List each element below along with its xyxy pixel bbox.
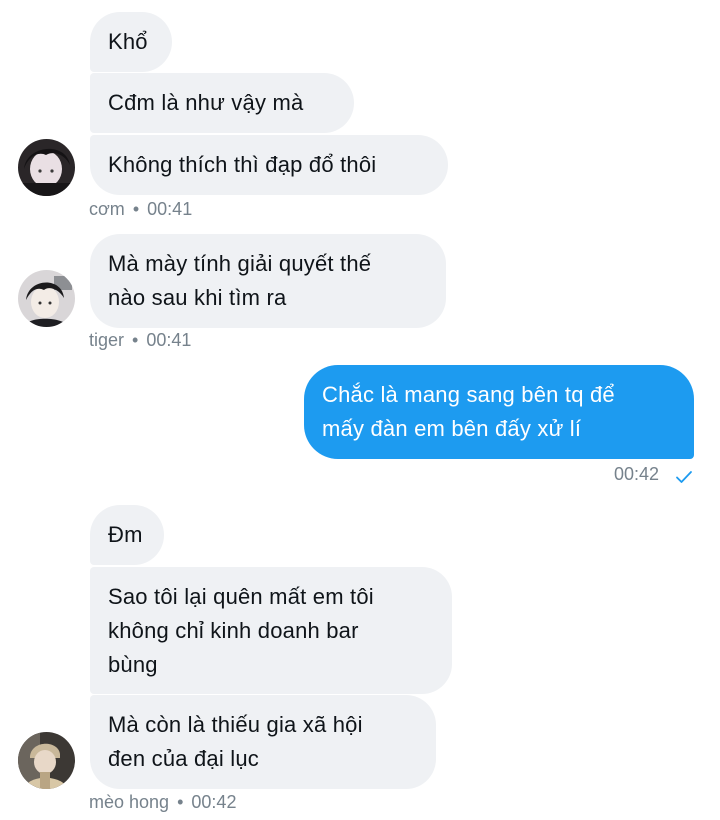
- message-bubble[interactable]: Cđm là như vậy mà: [90, 73, 354, 133]
- user-avatar-icon[interactable]: [18, 139, 75, 196]
- message-time: 00:41: [146, 330, 192, 350]
- message-bubble[interactable]: Khổ: [90, 12, 172, 72]
- sender-name: cơm: [89, 199, 125, 219]
- meta-separator: •: [132, 199, 140, 219]
- message-time: 00:42: [614, 464, 660, 484]
- message-bubble[interactable]: Đm: [90, 505, 164, 565]
- user-avatar-icon[interactable]: [18, 732, 75, 789]
- meta-separator: •: [132, 330, 139, 350]
- message-meta: mèo hong • 00:42: [89, 792, 236, 813]
- check-icon: [676, 471, 692, 483]
- message-meta: 00:42: [614, 464, 659, 485]
- meta-separator: •: [177, 792, 184, 812]
- message-bubble[interactable]: Sao tôi lại quên mất em tôi không chỉ ki…: [90, 567, 452, 694]
- message-time: 00:42: [191, 792, 237, 812]
- message-meta: tiger • 00:41: [89, 330, 191, 351]
- message-bubble[interactable]: Mà mày tính giải quyết thế nào sau khi t…: [90, 234, 446, 328]
- message-bubble[interactable]: Chắc là mang sang bên tq để mấy đàn em b…: [304, 365, 694, 459]
- avatar-image: [18, 270, 75, 327]
- avatar-image: [18, 732, 75, 789]
- message-bubble[interactable]: Mà còn là thiếu gia xã hội đen của đại l…: [90, 695, 436, 789]
- sender-name: tiger: [89, 330, 125, 350]
- message-bubble[interactable]: Không thích thì đạp đổ thôi: [90, 135, 448, 195]
- avatar-image: [18, 139, 75, 196]
- sender-name: mèo hong: [89, 792, 170, 812]
- user-avatar-icon[interactable]: [18, 270, 75, 327]
- message-meta: cơm • 00:41: [89, 199, 192, 220]
- message-time: 00:41: [147, 199, 193, 219]
